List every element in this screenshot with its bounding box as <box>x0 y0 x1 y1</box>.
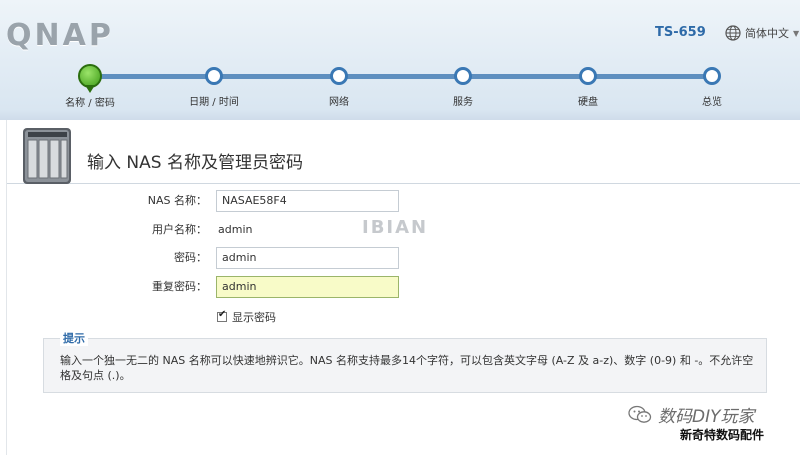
step-summary[interactable]: 总览 <box>672 62 752 108</box>
password-label: 密码： <box>174 251 207 264</box>
footer-watermark: 数码DIY玩家 <box>628 402 755 427</box>
tip-box: 提示 输入一个独一无二的 NAS 名称可以快速地辨识它。NAS 名称支持最多14… <box>43 330 767 393</box>
nas-name-label: NAS 名称： <box>147 194 207 207</box>
language-label: 简体中文 <box>745 27 789 40</box>
show-password-checkbox[interactable] <box>217 309 227 322</box>
panel-header: 输入 NAS 名称及管理员密码 <box>7 126 800 184</box>
step-marker <box>703 67 721 85</box>
chevron-down-icon: ▼ <box>793 28 800 38</box>
step-label: 日期 / 时间 <box>189 97 239 108</box>
tip-title: 提示 <box>60 330 88 346</box>
setup-stepper: 名称 / 密码 日期 / 时间 网络 服务 硬盘 总览 <box>0 62 800 112</box>
step-network[interactable]: 网络 <box>299 62 379 108</box>
username-value: admin <box>218 223 253 236</box>
step-label: 名称 / 密码 <box>65 98 115 109</box>
confirm-password-input[interactable]: admin <box>216 276 399 298</box>
globe-icon <box>725 25 741 41</box>
wechat-icon <box>628 405 652 423</box>
step-pin-icon <box>85 85 95 93</box>
nas-name-input[interactable]: NASAE58F4 <box>216 190 399 212</box>
footer-subtitle: 新奇特数码配件 <box>680 428 765 442</box>
tip-text: 输入一个独一无二的 NAS 名称可以快速地辨识它。NAS 名称支持最多14个字符… <box>60 354 754 382</box>
step-marker <box>205 67 223 85</box>
username-label: 用户名称： <box>152 223 207 236</box>
password-input[interactable]: admin <box>216 247 399 269</box>
top-bar: QNAP TS-659 简体中文 ▼ 名称 / 密码 日期 / 时间 网络 服务… <box>0 0 800 120</box>
step-label: 硬盘 <box>578 97 598 108</box>
step-label: 网络 <box>329 97 349 108</box>
language-selector[interactable]: 简体中文 ▼ <box>725 25 799 41</box>
confirm-password-label: 重复密码： <box>152 280 207 293</box>
step-name-password[interactable]: 名称 / 密码 <box>50 62 130 109</box>
step-marker <box>579 67 597 85</box>
model-name: TS-659 <box>655 25 706 40</box>
footer-brand: 数码DIY玩家 <box>658 407 755 427</box>
show-password-label: 显示密码 <box>232 311 276 324</box>
step-marker <box>330 67 348 85</box>
step-marker <box>454 67 472 85</box>
step-label: 总览 <box>702 97 722 108</box>
step-disks[interactable]: 硬盘 <box>548 62 628 108</box>
qnap-logo: QNAP <box>6 18 114 53</box>
step-label: 服务 <box>453 97 473 108</box>
nas-device-icon <box>23 128 71 184</box>
page-title: 输入 NAS 名称及管理员密码 <box>87 153 303 173</box>
step-services[interactable]: 服务 <box>423 62 503 108</box>
show-password-toggle[interactable]: 显示密码 <box>217 309 276 325</box>
watermark: IBIAN <box>362 217 429 238</box>
step-date-time[interactable]: 日期 / 时间 <box>174 62 254 108</box>
